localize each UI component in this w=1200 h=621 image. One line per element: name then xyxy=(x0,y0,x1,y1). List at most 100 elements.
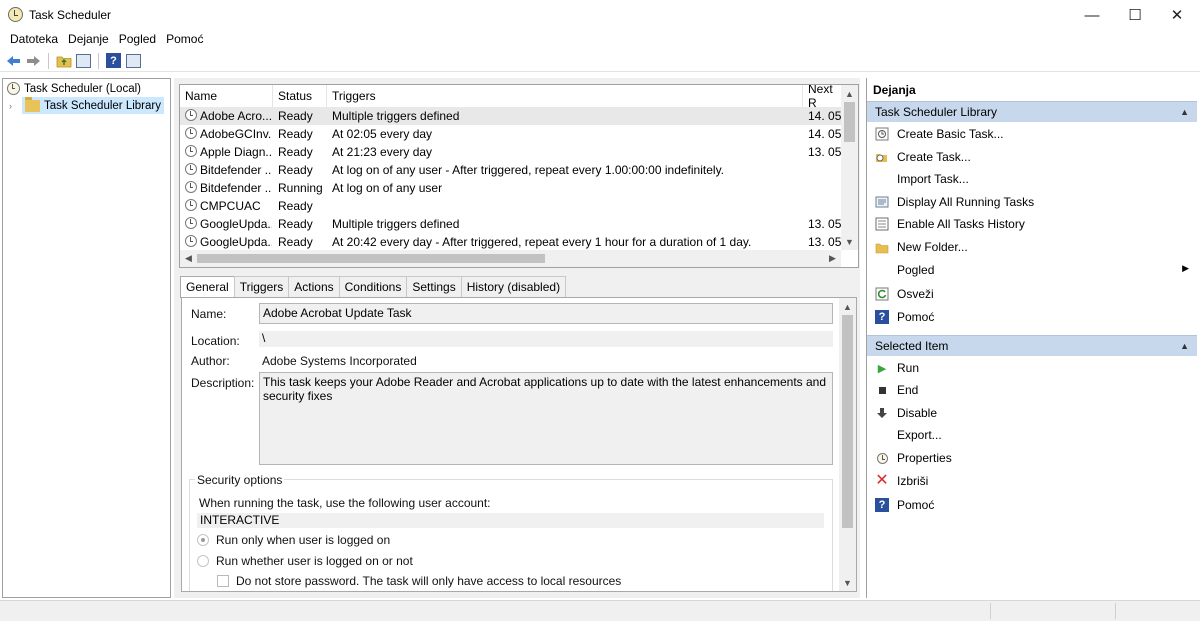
tab-settings[interactable]: Settings xyxy=(406,276,462,297)
run-logged-on-label[interactable]: Run only when user is logged on xyxy=(216,533,390,547)
action-osvezi[interactable]: Osveži xyxy=(867,283,1197,305)
action-new-folder[interactable]: New Folder... xyxy=(867,236,1197,258)
folder-up-icon[interactable] xyxy=(55,52,72,69)
run-whether-radio[interactable] xyxy=(197,555,209,567)
action-label: Izbriši xyxy=(897,474,929,488)
security-options-title: Security options xyxy=(195,473,285,487)
tab-general[interactable]: General xyxy=(180,276,235,298)
menu-pogled[interactable]: Pogled xyxy=(114,30,161,49)
run-logged-on-radio[interactable] xyxy=(197,534,209,546)
tab-history[interactable]: History (disabled) xyxy=(460,276,567,297)
action-properties[interactable]: Properties xyxy=(867,447,1197,469)
tab-actions[interactable]: Actions xyxy=(288,276,340,297)
action-label: Properties xyxy=(897,451,952,465)
menu-bar: Datoteka Dejanje Pogled Pomoć xyxy=(0,30,1200,49)
scroll-thumb[interactable] xyxy=(844,102,855,142)
action-export[interactable]: Export... xyxy=(867,424,1197,446)
tab-triggers[interactable]: Triggers xyxy=(233,276,290,297)
task-triggers: Multiple triggers defined xyxy=(332,109,460,123)
show-action-pane-icon[interactable] xyxy=(125,52,142,69)
user-account-field: INTERACTIVE xyxy=(197,513,824,528)
submenu-arrow-icon: ▶ xyxy=(1182,263,1189,273)
forward-arrow-icon[interactable] xyxy=(25,52,42,69)
maximize-button[interactable]: ☐ xyxy=(1113,0,1157,30)
description-field[interactable]: This task keeps your Adobe Reader and Ac… xyxy=(259,372,833,465)
help-icon[interactable]: ? xyxy=(105,52,122,69)
tree-item-library[interactable]: › Task Scheduler Library xyxy=(9,96,164,114)
running-tasks-icon xyxy=(875,195,889,209)
description-label: Description: xyxy=(191,376,255,390)
tree-item-root[interactable]: Task Scheduler (Local) xyxy=(7,80,141,97)
action-label: Osveži xyxy=(897,287,934,301)
column-header-status[interactable]: Status xyxy=(273,85,327,107)
task-row[interactable]: GoogleUpda... Ready At 20:42 every day -… xyxy=(180,233,845,251)
action-izbrisi[interactable]: ✕ Izbriši xyxy=(867,470,1197,492)
action-pogled[interactable]: Pogled ▶ xyxy=(867,259,1197,281)
no-password-label[interactable]: Do not store password. The task will onl… xyxy=(236,574,621,588)
task-next-run: 13. 05. xyxy=(808,235,845,249)
scroll-up-arrow-icon[interactable]: ▲ xyxy=(839,298,856,315)
task-status: Ready xyxy=(278,217,313,231)
task-triggers: At 21:23 every day xyxy=(332,145,433,159)
action-pomoc-selected[interactable]: ? Pomoć xyxy=(867,494,1197,516)
column-header-triggers[interactable]: Triggers xyxy=(327,85,803,107)
scroll-right-arrow-icon[interactable]: ▶ xyxy=(824,250,841,267)
task-row[interactable]: Adobe Acro... Ready Multiple triggers de… xyxy=(180,107,845,125)
action-label: Enable All Tasks History xyxy=(897,217,1025,231)
tree-library-selected[interactable]: Task Scheduler Library xyxy=(22,96,164,114)
chevron-right-icon[interactable]: › xyxy=(9,101,18,111)
run-whether-label[interactable]: Run whether user is logged on or not xyxy=(216,554,413,568)
scroll-up-arrow-icon[interactable]: ▲ xyxy=(841,85,858,102)
collapse-caret-icon[interactable]: ▲ xyxy=(1180,107,1189,117)
action-create-task[interactable]: Create Task... xyxy=(867,146,1197,168)
clock-icon xyxy=(7,82,20,95)
task-row[interactable]: Apple Diagn... Ready At 21:23 every day … xyxy=(180,143,845,161)
scroll-left-arrow-icon[interactable]: ◀ xyxy=(180,250,197,267)
action-end[interactable]: End xyxy=(867,379,1197,401)
task-row[interactable]: Bitdefender ... Ready At log on of any u… xyxy=(180,161,842,179)
scroll-down-arrow-icon[interactable]: ▼ xyxy=(841,233,858,250)
window-title: Task Scheduler xyxy=(29,8,112,22)
close-button[interactable]: ✕ xyxy=(1155,0,1199,30)
task-clock-icon xyxy=(185,235,197,247)
task-row[interactable]: Bitdefender ... Running At log on of any… xyxy=(180,179,842,197)
collapse-caret-icon[interactable]: ▲ xyxy=(1180,341,1189,351)
column-header-next-run[interactable]: Next R xyxy=(803,85,843,110)
task-list-horizontal-scrollbar[interactable]: ◀ ▶ xyxy=(180,250,841,267)
name-field[interactable]: Adobe Acrobat Update Task xyxy=(259,303,833,324)
scroll-thumb[interactable] xyxy=(197,254,545,263)
no-password-checkbox[interactable] xyxy=(217,575,229,587)
task-row[interactable]: CMPCUAC Ready xyxy=(180,197,842,215)
details-vertical-scrollbar[interactable]: ▲ ▼ xyxy=(839,298,856,591)
task-status: Ready xyxy=(278,127,313,141)
task-list: Name Status Triggers Next R Adobe Acro..… xyxy=(179,84,859,268)
tab-conditions[interactable]: Conditions xyxy=(338,276,408,297)
scroll-down-arrow-icon[interactable]: ▼ xyxy=(839,574,856,591)
column-header-name[interactable]: Name xyxy=(180,85,273,107)
show-hide-console-tree-icon[interactable] xyxy=(75,52,92,69)
back-arrow-icon[interactable] xyxy=(5,52,22,69)
menu-datoteka[interactable]: Datoteka xyxy=(5,30,63,49)
section-task-scheduler-library[interactable]: Task Scheduler Library ▲ xyxy=(867,101,1197,122)
menu-pomoc[interactable]: Pomoć xyxy=(161,30,208,49)
action-create-basic-task[interactable]: Create Basic Task... xyxy=(867,123,1197,145)
action-label: Export... xyxy=(897,428,942,442)
action-enable-tasks-history[interactable]: Enable All Tasks History xyxy=(867,213,1197,235)
scroll-thumb[interactable] xyxy=(842,315,853,528)
action-label: New Folder... xyxy=(897,240,968,254)
task-row[interactable]: AdobeGCInv... Ready At 02:05 every day 1… xyxy=(180,125,845,143)
help-icon: ? xyxy=(875,498,889,512)
action-display-running-tasks[interactable]: Display All Running Tasks xyxy=(867,191,1197,213)
status-divider xyxy=(1115,603,1116,619)
minimize-button[interactable]: — xyxy=(1070,0,1114,30)
action-disable[interactable]: Disable xyxy=(867,402,1197,424)
task-row[interactable]: GoogleUpda... Ready Multiple triggers de… xyxy=(180,215,845,233)
section-selected-item[interactable]: Selected Item ▲ xyxy=(867,335,1197,356)
location-field[interactable]: \ xyxy=(259,331,833,347)
menu-dejanje[interactable]: Dejanje xyxy=(63,30,114,49)
action-import-task[interactable]: Import Task... xyxy=(867,168,1197,190)
folder-icon xyxy=(875,240,889,254)
task-list-vertical-scrollbar[interactable]: ▲ ▼ xyxy=(841,85,858,250)
action-run[interactable]: ▶ Run xyxy=(867,357,1197,379)
action-pomoc-library[interactable]: ? Pomoć xyxy=(867,306,1197,328)
